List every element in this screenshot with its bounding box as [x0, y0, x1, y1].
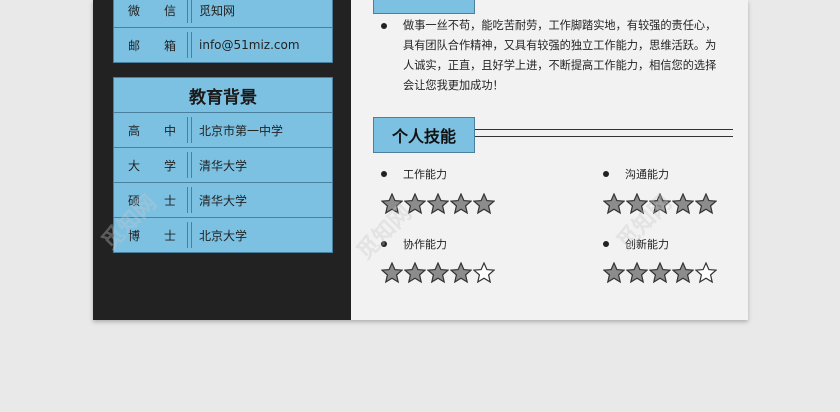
- paragraph-line: 会让您我更加成功！: [403, 79, 504, 92]
- label-char: 士: [163, 193, 176, 208]
- divider: [475, 129, 733, 130]
- star-filled-icon: [449, 261, 473, 288]
- star-filled-icon: [472, 192, 496, 219]
- contact-row-wechat: 微 信 觅知网: [114, 0, 332, 27]
- right-column: 做事一丝不苟，能吃苦耐劳，工作脚踏实地，有较强的责任心， 具有团队合作精神，又具…: [351, 0, 748, 320]
- label-char: 信: [163, 3, 176, 18]
- paragraph-line: 人诚实，正直，且好学上进，不断提高工作能力，相信您的选择: [403, 59, 717, 72]
- education-title: 教育背景: [189, 87, 257, 108]
- star-filled-icon: [602, 192, 626, 219]
- skill-label: 工作能力: [403, 168, 447, 181]
- wechat-value: 觅知网: [199, 3, 236, 18]
- label-char: 微: [127, 3, 140, 18]
- skill-label: 沟通能力: [625, 168, 669, 181]
- star-filled-icon: [694, 192, 718, 219]
- table-row: 大 学 清华大学: [114, 147, 332, 182]
- star-filled-icon: [648, 261, 672, 288]
- bullet-icon: [603, 171, 609, 177]
- bullet-icon: [381, 23, 387, 29]
- star-filled-icon: [602, 261, 626, 288]
- skill-label: 协作能力: [403, 238, 447, 251]
- left-column: 微 信 觅知网 邮 箱 info@51miz.com 教育背景 高 中 北京市第一中学…: [93, 0, 351, 320]
- skill-rating: [380, 261, 496, 288]
- school-value: 清华大学: [199, 158, 248, 173]
- paragraph-line: 做事一丝不苟，能吃苦耐劳，工作脚踏实地，有较强的责任心，: [403, 19, 717, 32]
- star-filled-icon: [403, 261, 427, 288]
- self-evaluation-text: 做事一丝不苟，能吃苦耐劳，工作脚踏实地，有较强的责任心， 具有团队合作精神，又具…: [403, 16, 723, 96]
- education-table: 教育背景 高中 北京市第一中学 大学 清华大学 硕士 清华大学 博士 北京大学: [113, 77, 333, 253]
- star-empty-icon: [472, 261, 496, 288]
- school-value: 清华大学: [199, 193, 248, 208]
- label-char: 高: [127, 123, 140, 138]
- star-filled-icon: [625, 261, 649, 288]
- label-char: 士: [163, 228, 176, 243]
- star-empty-icon: [694, 261, 718, 288]
- label-char: 箱: [163, 38, 176, 53]
- school-value: 北京大学: [199, 228, 248, 243]
- divider: [475, 136, 733, 137]
- label-char: 学: [163, 158, 176, 173]
- star-filled-icon: [449, 192, 473, 219]
- paragraph-line: 具有团队合作精神，又具有较强的独立工作能力，思维活跃。为: [403, 39, 717, 52]
- star-filled-icon: [426, 261, 450, 288]
- contact-row-email: 邮 箱 info@51miz.com: [114, 27, 332, 62]
- star-filled-icon: [671, 261, 695, 288]
- label-char: 中: [163, 123, 176, 138]
- evaluation-header: [373, 0, 475, 14]
- label-char: 大: [127, 158, 140, 173]
- contact-table: 微 信 觅知网 邮 箱 info@51miz.com: [113, 0, 333, 63]
- star-filled-icon: [380, 261, 404, 288]
- email-value: info@51miz.com: [199, 38, 300, 52]
- bullet-icon: [603, 241, 609, 247]
- table-row: 高 中 北京市第一中学: [114, 112, 332, 147]
- skills-title: 个人技能: [373, 117, 475, 153]
- bullet-icon: [381, 171, 387, 177]
- resume-page: 微 信 觅知网 邮 箱 info@51miz.com 教育背景 高 中 北京市第一中学…: [93, 0, 748, 320]
- skill-rating: [602, 261, 718, 288]
- school-value: 北京市第一中学: [199, 123, 284, 138]
- label-char: 邮: [127, 38, 140, 53]
- star-filled-icon: [426, 192, 450, 219]
